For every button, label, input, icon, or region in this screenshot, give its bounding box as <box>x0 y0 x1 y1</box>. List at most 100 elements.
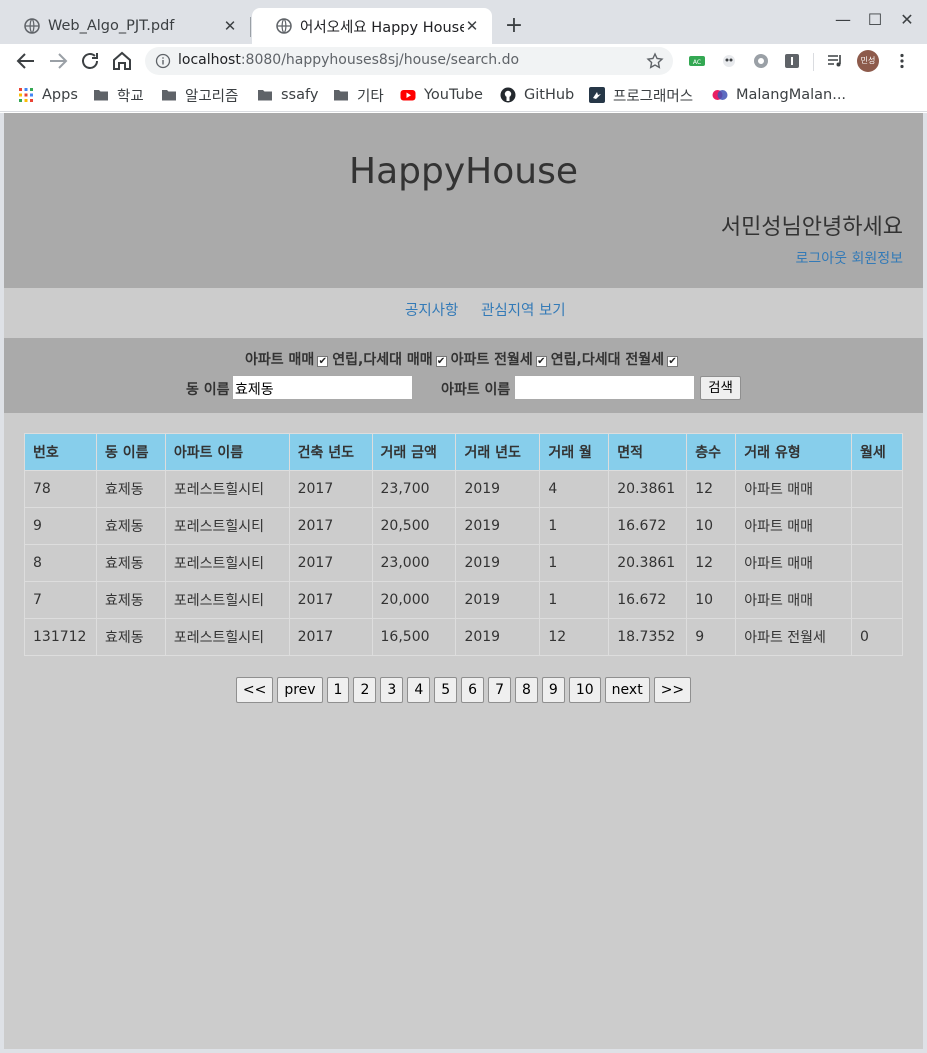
table-cell: 2017 <box>288 544 373 582</box>
reload-icon[interactable] <box>78 49 102 73</box>
extension-octo-icon[interactable] <box>720 52 738 70</box>
bookmark-label: ssafy <box>281 87 319 103</box>
dong-name-input[interactable]: 효제동 <box>232 375 413 400</box>
close-icon[interactable]: ✕ <box>464 17 480 35</box>
col-header: 거래 월 <box>539 433 610 471</box>
menu-kebab-icon[interactable] <box>893 52 911 70</box>
page-number-button[interactable]: 2 <box>353 677 377 703</box>
page-next-button[interactable]: next <box>604 677 650 703</box>
table-cell: 1 <box>539 581 610 619</box>
table-cell: 12 <box>539 618 610 656</box>
page-number-button[interactable]: 3 <box>380 677 404 703</box>
globe-icon <box>24 18 40 34</box>
table-cell: 2019 <box>455 544 541 582</box>
folder-icon <box>162 90 176 101</box>
pagination: << prev 1 2 3 4 5 6 7 8 9 10 next >> <box>4 677 923 703</box>
page-prev-button[interactable]: prev <box>277 677 323 703</box>
filter-villa-rent-checkbox[interactable]: ✔ <box>667 356 679 367</box>
logout-link[interactable]: 로그아웃 <box>795 251 847 267</box>
bookmark-folder-etc[interactable]: 기타 <box>333 85 384 105</box>
maximize-button[interactable]: ☐ <box>863 10 887 29</box>
page-number-button[interactable]: 4 <box>407 677 431 703</box>
browser-tab-pdf[interactable]: Web_Algo_PJT.pdf ✕ <box>0 8 250 44</box>
minimize-button[interactable]: — <box>831 10 855 29</box>
bookmark-label: 학교 <box>117 88 144 105</box>
filter-apt-sale-checkbox[interactable]: ✔ <box>317 356 329 367</box>
col-header: 거래 유형 <box>735 433 852 471</box>
table-row[interactable]: 131712 효제동 포레스트힐시티 2017 16,500 2019 12 18.7352 9… <box>24 618 904 656</box>
close-icon[interactable]: ✕ <box>222 17 238 35</box>
apt-name-input[interactable] <box>514 375 695 400</box>
globe-icon <box>276 18 292 34</box>
bookmark-folder-ssafy[interactable]: ssafy <box>257 85 318 105</box>
page-number-button[interactable]: 9 <box>541 677 565 703</box>
bookmark-apps[interactable]: Apps <box>18 85 78 105</box>
member-info-link[interactable]: 회원정보 <box>851 251 903 267</box>
table-cell: 16,500 <box>371 618 457 656</box>
col-header: 월세 <box>850 433 904 471</box>
table-cell: 2019 <box>455 470 541 508</box>
bookmark-github[interactable]: GitHub <box>500 85 574 105</box>
apps-grid-icon <box>19 88 33 102</box>
extension-reader-icon[interactable] <box>783 52 801 70</box>
bookmark-programmers[interactable]: 프로그래머스 <box>589 85 693 105</box>
site-header: HappyHouse 서민성님안녕하세요 로그아웃 회원정보 <box>4 113 923 288</box>
bookmark-label: 알고리즘 <box>185 88 239 105</box>
page-number-button[interactable]: 8 <box>515 677 538 703</box>
back-arrow-icon[interactable] <box>14 49 38 73</box>
page-first-button[interactable]: << <box>235 677 274 703</box>
page-viewport: HappyHouse 서민성님안녕하세요 로그아웃 회원정보 공지사항 관심지역… <box>4 113 923 1049</box>
table-row[interactable]: 78 효제동 포레스트힐시티 2017 23,700 2019 4 20.3861 12 아파트 … <box>24 470 904 508</box>
bookmark-folder-school[interactable]: 학교 <box>93 85 144 105</box>
table-cell: 16.672 <box>608 581 688 619</box>
profile-avatar[interactable]: 민성 <box>857 50 879 72</box>
col-header: 거래 년도 <box>455 433 541 471</box>
search-button[interactable]: 검색 <box>700 376 741 400</box>
filter-apt-sale-label: 아파트 매매 <box>244 352 315 368</box>
table-header-row: 번호 동 이름 아파트 이름 건축 년도 거래 금액 거래 년도 거래 월 면적… <box>24 433 904 471</box>
address-bar[interactable]: localhost:8080/happyhouses8sj/house/sear… <box>145 47 673 75</box>
bookmark-malang[interactable]: MalangMalan... <box>712 85 846 105</box>
table-cell: 2017 <box>288 581 373 619</box>
page-number-button[interactable]: 10 <box>568 677 601 703</box>
table-cell: 포레스트힐시티 <box>164 618 290 656</box>
bookmark-label: 기타 <box>357 88 384 105</box>
extension-github-icon[interactable] <box>752 52 770 70</box>
filter-villa-sale-checkbox[interactable]: ✔ <box>435 356 447 367</box>
new-tab-button[interactable]: + <box>503 12 525 40</box>
table-row[interactable]: 7 효제동 포레스트힐시티 2017 20,000 2019 1 16.672 10 아파트 매매 <box>24 581 904 619</box>
browser-tab-happyhouse[interactable]: 어서오세요 Happy House ✕ <box>252 8 492 44</box>
table-cell: 효제동 <box>95 507 166 545</box>
table-cell: 20.3861 <box>608 470 688 508</box>
media-queue-icon[interactable] <box>826 52 844 70</box>
page-number-button[interactable]: 1 <box>326 677 350 703</box>
bookmark-star-icon[interactable] <box>646 52 664 70</box>
programmers-icon <box>589 87 605 103</box>
nav-notice-link[interactable]: 공지사항 <box>405 299 458 320</box>
bookmark-youtube[interactable]: YouTube <box>400 85 483 105</box>
page-number-button[interactable]: 7 <box>488 677 511 703</box>
table-row[interactable]: 9 효제동 포레스트힐시티 2017 20,500 2019 1 16.672 10 아파트 매매 <box>24 507 904 545</box>
bookmark-label: Apps <box>42 87 78 103</box>
bookmark-folder-algorithm[interactable]: 알고리즘 <box>161 85 238 105</box>
github-icon <box>500 87 516 103</box>
nav-interest-area-link[interactable]: 관심지역 보기 <box>481 299 566 320</box>
table-cell <box>850 581 904 619</box>
home-icon[interactable] <box>110 49 134 73</box>
forward-arrow-icon[interactable] <box>46 49 70 73</box>
page-number-button[interactable]: 5 <box>434 677 458 703</box>
table-cell: 1 <box>539 544 610 582</box>
close-window-button[interactable]: ✕ <box>895 10 919 29</box>
page-number-button[interactable]: 6 <box>461 677 485 703</box>
bookmark-label: MalangMalan... <box>736 87 847 103</box>
filter-villa-rent-label: 연립,다세대 전월세 <box>550 352 665 368</box>
extension-ac-icon[interactable]: AC <box>688 52 706 70</box>
filter-apt-rent-checkbox[interactable]: ✔ <box>535 356 547 367</box>
table-cell: 포레스트힐시티 <box>164 470 290 508</box>
table-cell: 12 <box>686 544 737 582</box>
info-icon[interactable] <box>155 53 171 69</box>
table-row[interactable]: 8 효제동 포레스트힐시티 2017 23,000 2019 1 20.3861 12 아파트 매… <box>24 544 904 582</box>
table-cell <box>850 544 904 582</box>
page-last-button[interactable]: >> <box>653 677 692 703</box>
table-cell: 0 <box>850 618 904 656</box>
